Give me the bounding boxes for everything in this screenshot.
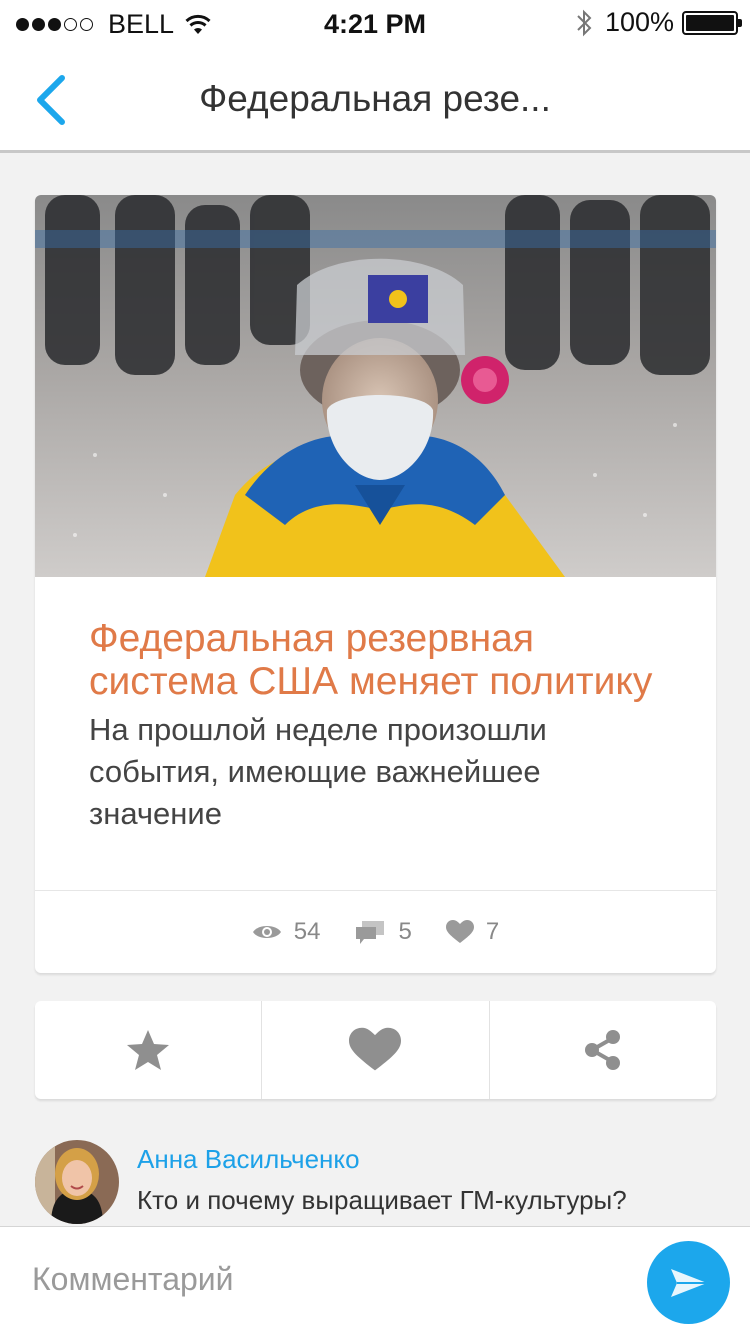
article-summary: На прошлой неделе произошли события, име… — [89, 712, 547, 831]
battery-icon — [682, 10, 742, 35]
comment-author[interactable]: Анна Васильченко — [137, 1144, 360, 1175]
views-stat: 54 — [252, 918, 321, 946]
chevron-left-icon — [37, 75, 65, 125]
likes-count: 7 — [485, 918, 500, 945]
avatar[interactable] — [35, 1140, 119, 1224]
views-count: 54 — [293, 918, 321, 945]
favorite-button[interactable] — [35, 1001, 261, 1099]
star-icon — [127, 1030, 170, 1070]
bluetooth-icon — [577, 9, 592, 36]
comment-input[interactable] — [32, 1251, 592, 1307]
status-right: 100% — [575, 7, 742, 38]
share-button[interactable] — [488, 1001, 716, 1099]
heart-icon — [445, 920, 474, 943]
battery-percentage: 100% — [604, 7, 674, 37]
article-stats: 54 5 7 — [35, 890, 716, 973]
status-bar: BELL 4:21 PM 100% — [0, 0, 750, 50]
navigation-bar: Федеральная резе... — [0, 50, 750, 153]
comment-input-bar — [0, 1226, 750, 1334]
send-button[interactable] — [647, 1241, 730, 1324]
comments-stat: 5 — [354, 918, 412, 946]
action-bar — [35, 1001, 716, 1099]
paper-plane-icon — [670, 1268, 707, 1297]
like-button[interactable] — [261, 1001, 488, 1099]
article-card[interactable]: Федеральная резервная система США меняет… — [35, 195, 716, 973]
comment-bubbles-icon — [356, 921, 385, 944]
comments-count: 5 — [398, 918, 412, 945]
article-hero-image — [35, 195, 716, 577]
heart-icon — [349, 1027, 402, 1071]
share-icon — [584, 1030, 620, 1070]
back-button[interactable] — [28, 70, 78, 130]
likes-stat: 7 — [445, 918, 500, 946]
comment-item: Анна Васильченко Кто и почему выращивает… — [35, 1140, 716, 1226]
comment-text: Кто и почему выращивает ГМ-культуры? — [137, 1185, 627, 1215]
user-photo — [35, 1140, 119, 1224]
article-body: Федеральная резервная система США меняет… — [35, 577, 716, 890]
article-headline: Федеральная резервная система США меняет… — [89, 617, 653, 703]
page-title: Федеральная резе... — [199, 78, 551, 119]
eye-icon — [252, 926, 281, 938]
